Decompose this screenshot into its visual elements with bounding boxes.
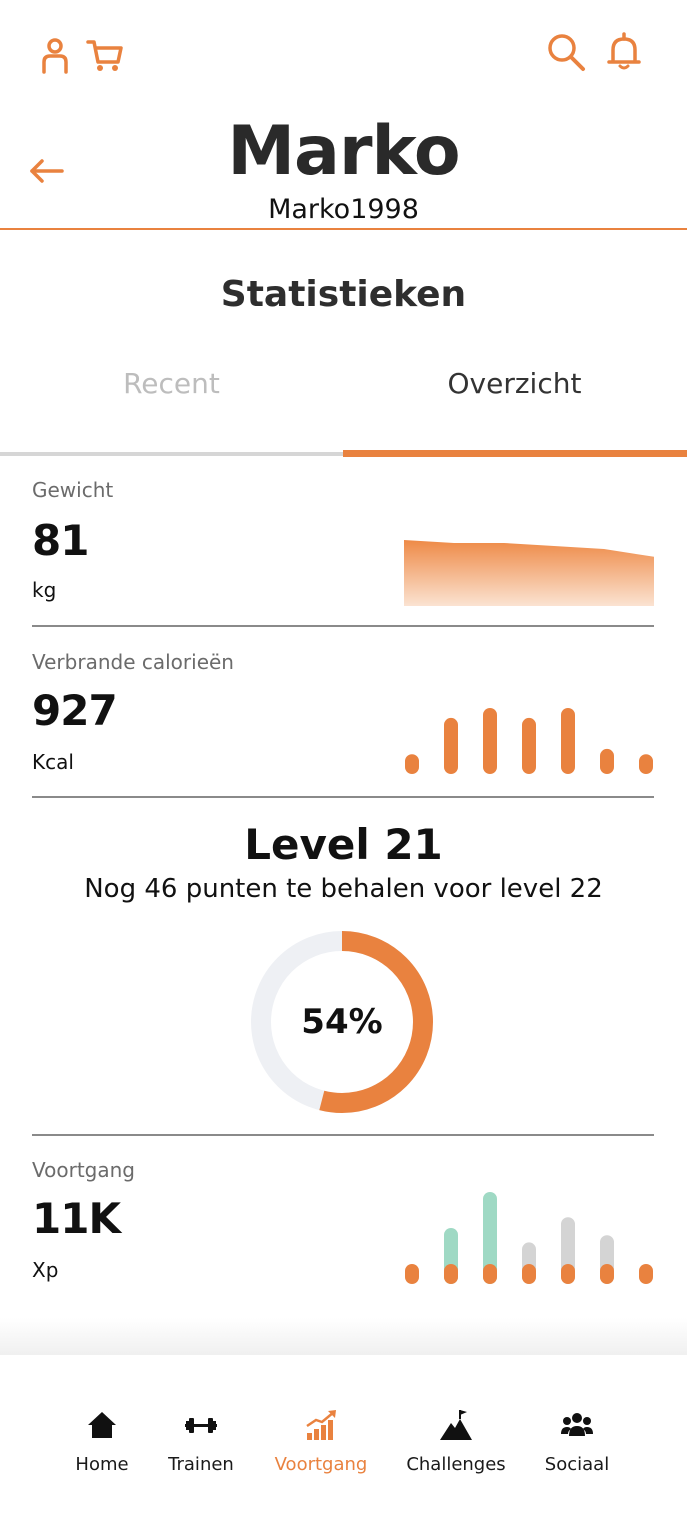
nav-challenges[interactable]: Challenges	[391, 1408, 521, 1475]
bell-icon[interactable]	[603, 30, 645, 72]
tab-underline-active	[343, 450, 687, 457]
calories-bar	[444, 717, 458, 774]
progress-value: 11K	[32, 1194, 121, 1243]
divider	[32, 796, 654, 798]
nav-trainen[interactable]: Trainen	[136, 1408, 266, 1475]
progress-bar-base	[522, 1264, 536, 1284]
progress-bar-base	[561, 1264, 575, 1284]
cart-icon[interactable]	[84, 34, 126, 76]
divider	[32, 1134, 654, 1136]
profile-username: Marko1998	[268, 194, 419, 225]
progress-bar-base	[405, 1264, 419, 1284]
nav-label: Voortgang	[274, 1454, 368, 1475]
progress-unit: Xp	[32, 1258, 59, 1282]
calories-bar	[522, 717, 536, 774]
calories-bar	[639, 754, 653, 774]
calories-bar-chart	[405, 708, 653, 774]
level-percent: 54%	[301, 1002, 383, 1042]
nav-sociaal[interactable]: Sociaal	[512, 1408, 642, 1475]
progress-bar-base	[483, 1264, 497, 1284]
weight-label: Gewicht	[32, 478, 114, 502]
progress-chart-icon	[306, 1410, 336, 1440]
nav-label: Trainen	[168, 1454, 234, 1475]
search-icon[interactable]	[544, 30, 586, 72]
header-divider	[0, 228, 687, 230]
tab-overview[interactable]: Overzicht	[343, 360, 686, 458]
profile-icon[interactable]	[34, 34, 76, 76]
tab-recent[interactable]: Recent	[0, 360, 343, 458]
progress-label: Voortgang	[32, 1158, 135, 1182]
section-title: Statistieken	[220, 274, 467, 315]
progress-bar-base	[444, 1264, 458, 1284]
calories-bar	[600, 748, 614, 774]
calories-unit: Kcal	[32, 750, 74, 774]
progress-bar-chart	[405, 1192, 653, 1284]
divider	[32, 625, 654, 627]
level-subtitle: Nog 46 punten te behalen voor level 22	[84, 874, 603, 904]
level-title: Level 21	[244, 820, 443, 869]
dumbbell-icon	[185, 1418, 217, 1433]
weight-unit: kg	[32, 578, 57, 602]
progress-bar-base	[600, 1264, 614, 1284]
nav-label: Challenges	[406, 1454, 506, 1475]
nav-label: Sociaal	[544, 1454, 610, 1475]
weight-area-chart	[404, 540, 654, 606]
mountain-flag-icon	[440, 1410, 472, 1440]
nav-shadow	[0, 1318, 687, 1358]
group-icon	[561, 1413, 593, 1436]
calories-value: 927	[32, 686, 118, 735]
progress-bar-base	[639, 1264, 653, 1284]
calories-bar	[483, 708, 497, 774]
calories-bar	[405, 754, 419, 774]
tab-underline-inactive	[0, 452, 343, 456]
weight-area	[404, 540, 654, 606]
calories-bar	[561, 708, 575, 774]
nav-voortgang[interactable]: Voortgang	[256, 1408, 386, 1475]
calories-label: Verbrande calorieën	[32, 650, 234, 674]
weight-value: 81	[32, 516, 89, 565]
profile-name: Marko	[227, 112, 460, 191]
home-icon	[88, 1412, 116, 1438]
